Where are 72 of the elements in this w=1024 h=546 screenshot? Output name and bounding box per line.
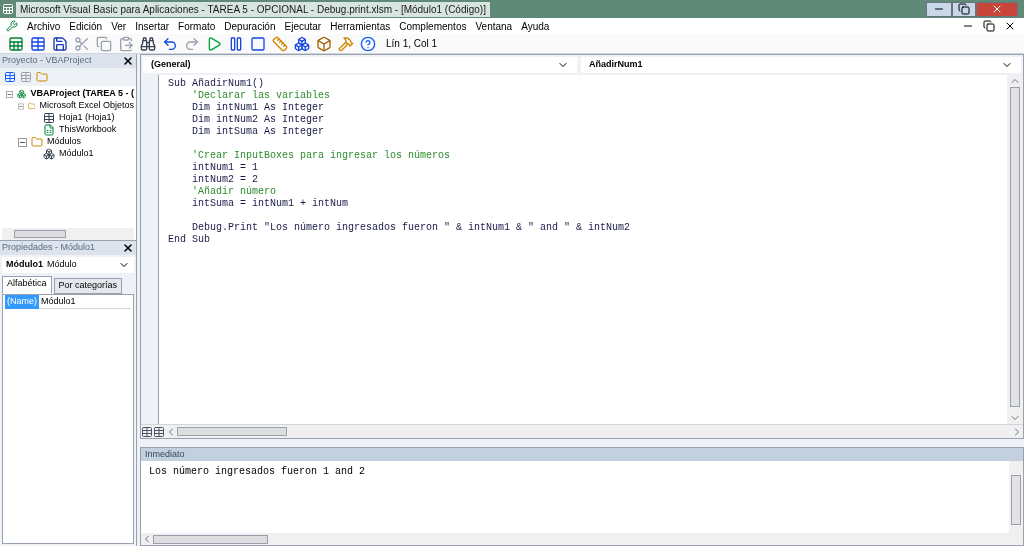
minimize-button[interactable]: [926, 1, 952, 17]
folder-icon: [31, 136, 43, 148]
menu-item[interactable]: Insertar: [135, 18, 170, 34]
code-comment: 'Declarar las variables: [191, 90, 332, 102]
menu-item[interactable]: Ventana: [475, 18, 513, 34]
object-dropdown[interactable]: Módulo1 Módulo: [2, 257, 134, 273]
menu-item[interactable]: Herramientas: [330, 18, 391, 34]
restore-icon: [958, 3, 970, 15]
menu-item[interactable]: Depuración: [224, 18, 276, 34]
pane-title: Inmediato: [145, 447, 185, 461]
tree-item[interactable]: Microsoft Excel Objetos: [39, 99, 134, 113]
folder-icon: [27, 100, 36, 112]
sheet-icon: [43, 112, 55, 124]
tree-item[interactable]: Hoja1 (Hoja1): [59, 111, 115, 125]
close-icon[interactable]: [122, 55, 134, 67]
menu-item[interactable]: Edición: [69, 18, 103, 34]
property-value[interactable]: Módulo1: [39, 295, 78, 309]
folder-toggle-icon[interactable]: [36, 71, 48, 83]
menu-item[interactable]: Ayuda: [521, 18, 550, 34]
stop-icon[interactable]: [250, 35, 266, 52]
tab[interactable]: Alfabética: [2, 276, 52, 294]
restore-button[interactable]: [952, 1, 976, 17]
search-icon[interactable]: [140, 35, 156, 52]
tree-item[interactable]: Módulo1: [59, 147, 94, 161]
code-comment: 'Crear InputBoxes para ingresar los números: [191, 150, 452, 162]
panel-title: Proyecto - VBAProject: [2, 54, 92, 68]
collapse-icon[interactable]: [18, 137, 27, 147]
cursor-position: Lín 1, Col 1: [386, 37, 439, 51]
code-line: Sub AñadirNum1(): [168, 78, 265, 90]
panel-title: Propiedades - Módulo1: [2, 241, 96, 255]
play-icon[interactable]: [206, 35, 222, 52]
tree-item[interactable]: VBAProject (TAREA 5 - (: [30, 87, 134, 101]
close-icon[interactable]: [1004, 20, 1016, 32]
collapse-icon[interactable]: [6, 89, 14, 99]
workbook-icon: [43, 124, 55, 136]
copy-icon[interactable]: [96, 35, 112, 52]
code-line: End Sub: [168, 234, 211, 246]
code-comment: 'Añadir número: [191, 186, 278, 198]
code-line: intNum2 = 2: [191, 174, 259, 186]
menu-item[interactable]: Ver: [111, 18, 127, 34]
undo-icon[interactable]: [162, 35, 178, 52]
module-icon: [43, 148, 55, 160]
vertical-scrollbar[interactable]: [1007, 75, 1023, 424]
code-line: Dim intSuma As Integer: [191, 126, 326, 138]
help-icon[interactable]: [360, 35, 376, 52]
object-combo[interactable]: (General): [143, 57, 577, 73]
menu-item[interactable]: Archivo: [27, 18, 61, 34]
code-line: intSuma = intNum1 + intNum: [191, 198, 350, 210]
project-icon: [17, 88, 27, 100]
restore-icon[interactable]: [983, 20, 995, 32]
tree-item[interactable]: Módulos: [47, 135, 82, 149]
menu-item[interactable]: Formato: [178, 18, 216, 34]
code-line: intNum1 = 1: [191, 162, 259, 174]
tree-item[interactable]: ThisWorkbook: [59, 123, 117, 137]
excel-icon[interactable]: [8, 35, 24, 52]
cut-icon[interactable]: [74, 35, 90, 52]
save-icon[interactable]: [52, 35, 68, 52]
tab[interactable]: Por categorías: [53, 278, 123, 294]
code-line: Debug.Print "Los número ingresados fueron " & intNum1 & " and " & intNum2: [191, 222, 632, 234]
menu-item[interactable]: Ejecutar: [284, 18, 322, 34]
menu-item[interactable]: Complementos: [399, 18, 467, 34]
close-icon: [991, 3, 1003, 15]
app-icon: [2, 3, 14, 15]
immediate-output: Los número ingresados fueron 1 and 2: [149, 465, 367, 479]
redo-icon[interactable]: [184, 35, 200, 52]
pause-icon[interactable]: [228, 35, 244, 52]
procedure-combo[interactable]: AñadirNum1: [581, 57, 1021, 73]
close-icon[interactable]: [122, 242, 134, 254]
vertical-scrollbar[interactable]: [1009, 461, 1023, 533]
code-line: Dim intNum2 As Integer: [191, 114, 326, 126]
code-line: Dim intNum1 As Integer: [191, 102, 326, 114]
window-title: Microsoft Visual Basic para Aplicaciones - TAREA 5 - OPCIONAL - Debug.print.xlsm - [Módulo1 (Código)]: [16, 1, 490, 17]
